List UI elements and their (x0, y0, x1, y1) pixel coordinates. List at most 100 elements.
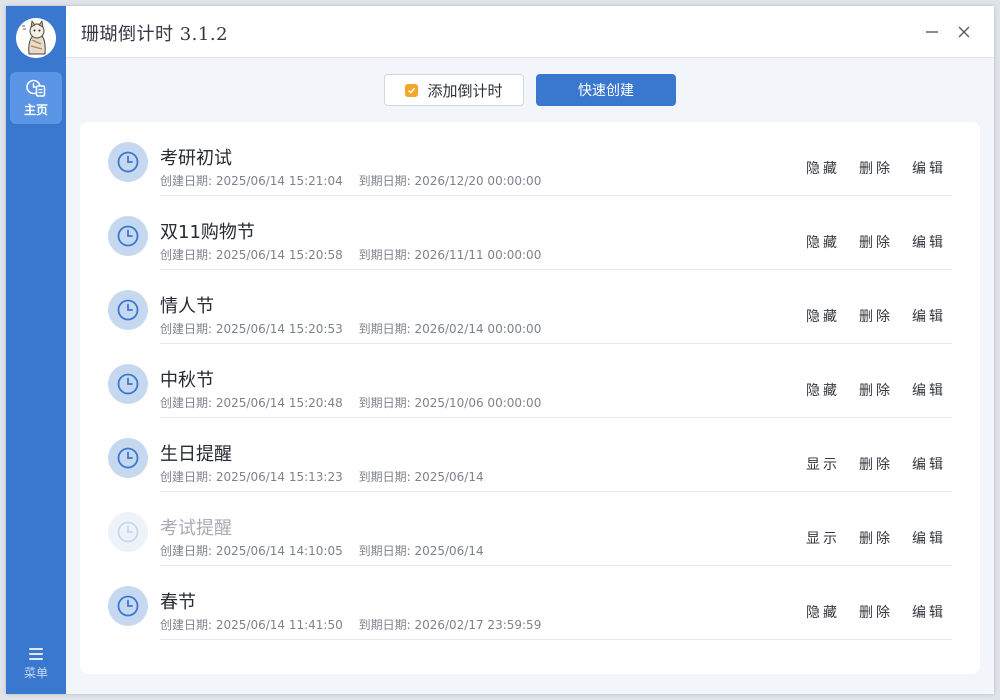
clock-icon (108, 290, 148, 330)
due-label: 到期日期: (358, 544, 411, 558)
add-countdown-button[interactable]: 添加倒计时 (384, 74, 524, 106)
delete-button[interactable]: 删除 (859, 232, 893, 252)
due-date: 2025/06/14 (414, 544, 484, 558)
created-date: 2025/06/14 15:21:04 (215, 174, 343, 188)
edit-button[interactable]: 编辑 (912, 306, 946, 326)
hamburger-icon (29, 647, 43, 660)
clock-icon (108, 142, 148, 182)
countdown-dates: 创建日期: 2025/06/14 15:20:53 到期日期: 2026/02/… (160, 320, 541, 337)
countdown-name: 生日提醒 (160, 444, 232, 465)
title-bar: 珊瑚倒计时 3.1.2 (66, 6, 994, 58)
toggle-visibility-button[interactable]: 显示 (806, 528, 840, 548)
created-label: 创建日期: (160, 248, 213, 262)
cat-avatar-icon (16, 18, 56, 58)
add-countdown-label: 添加倒计时 (427, 81, 503, 100)
edit-button[interactable]: 编辑 (912, 158, 946, 178)
created-date: 2025/06/14 15:20:53 (215, 322, 343, 336)
toggle-visibility-button[interactable]: 显示 (806, 454, 840, 474)
countdown-dates: 创建日期: 2025/06/14 14:10:05 到期日期: 2025/06/… (160, 542, 484, 559)
due-label: 到期日期: (358, 174, 411, 188)
created-label: 创建日期: (160, 544, 213, 558)
countdown-name: 双11购物节 (160, 222, 255, 243)
due-label: 到期日期: (358, 618, 411, 632)
edit-button[interactable]: 编辑 (912, 454, 946, 474)
due-label: 到期日期: (358, 322, 411, 336)
countdown-dates: 创建日期: 2025/06/14 11:41:50 到期日期: 2026/02/… (160, 616, 541, 633)
close-icon (958, 26, 970, 38)
clock-icon (108, 364, 148, 404)
edit-button[interactable]: 编辑 (912, 602, 946, 622)
created-label: 创建日期: (160, 396, 213, 410)
countdown-list: 考研初试 创建日期: 2025/06/14 15:21:04 到期日期: 202… (80, 122, 980, 674)
edit-button[interactable]: 编辑 (912, 528, 946, 548)
countdown-row: 春节 创建日期: 2025/06/14 11:41:50 到期日期: 2026/… (80, 566, 980, 640)
close-button[interactable] (952, 20, 976, 44)
edit-button[interactable]: 编辑 (912, 232, 946, 252)
nav-menu-label: 菜单 (23, 665, 48, 680)
action-bar: 添加倒计时 快速创建 (66, 74, 994, 106)
countdown-name: 考研初试 (160, 148, 232, 169)
due-date: 2026/02/14 00:00:00 (414, 322, 542, 336)
checkbox-icon (405, 83, 419, 97)
clock-icon (108, 512, 148, 552)
created-label: 创建日期: (160, 322, 213, 336)
delete-button[interactable]: 删除 (859, 380, 893, 400)
avatar[interactable] (16, 18, 56, 58)
clock-icon (108, 216, 148, 256)
toggle-visibility-button[interactable]: 隐藏 (806, 602, 840, 622)
due-date: 2025/10/06 00:00:00 (414, 396, 542, 410)
countdown-row: 考研初试 创建日期: 2025/06/14 15:21:04 到期日期: 202… (80, 122, 980, 196)
countdown-dates: 创建日期: 2025/06/14 15:21:04 到期日期: 2026/12/… (160, 172, 541, 189)
countdown-dates: 创建日期: 2025/06/14 15:13:23 到期日期: 2025/06/… (160, 468, 484, 485)
created-date: 2025/06/14 11:41:50 (215, 618, 343, 632)
delete-button[interactable]: 删除 (859, 306, 893, 326)
home-timer-icon (26, 79, 46, 97)
delete-button[interactable]: 删除 (859, 158, 893, 178)
countdown-name: 考试提醒 (160, 518, 232, 539)
created-date: 2025/06/14 15:13:23 (215, 470, 343, 484)
countdown-row: 双11购物节 创建日期: 2025/06/14 15:20:58 到期日期: 2… (80, 196, 980, 270)
created-date: 2025/06/14 15:20:48 (215, 396, 343, 410)
created-date: 2025/06/14 15:20:58 (215, 248, 343, 262)
due-date: 2026/12/20 00:00:00 (414, 174, 542, 188)
created-label: 创建日期: (160, 470, 213, 484)
countdown-name: 情人节 (160, 296, 214, 317)
created-date: 2025/06/14 14:10:05 (215, 544, 343, 558)
countdown-row: 考试提醒 创建日期: 2025/06/14 14:10:05 到期日期: 202… (80, 492, 980, 566)
countdown-name: 春节 (160, 592, 196, 613)
app-window: 主页 菜单 珊瑚倒计时 3.1.2 添加倒计时 快速创建 考研初试 创建日期: … (6, 6, 994, 694)
clock-icon (108, 438, 148, 478)
toggle-visibility-button[interactable]: 隐藏 (806, 380, 840, 400)
countdown-row: 生日提醒 创建日期: 2025/06/14 15:13:23 到期日期: 202… (80, 418, 980, 492)
delete-button[interactable]: 删除 (859, 454, 893, 474)
nav-home[interactable]: 主页 (10, 72, 62, 124)
countdown-row: 情人节 创建日期: 2025/06/14 15:20:53 到期日期: 2026… (80, 270, 980, 344)
quick-create-button[interactable]: 快速创建 (536, 74, 676, 106)
delete-button[interactable]: 删除 (859, 528, 893, 548)
due-date: 2026/11/11 00:00:00 (414, 248, 542, 262)
toggle-visibility-button[interactable]: 隐藏 (806, 232, 840, 252)
countdown-dates: 创建日期: 2025/06/14 15:20:48 到期日期: 2025/10/… (160, 394, 541, 411)
due-date: 2026/02/17 23:59:59 (414, 618, 542, 632)
created-label: 创建日期: (160, 618, 213, 632)
edit-button[interactable]: 编辑 (912, 380, 946, 400)
nav-home-label: 主页 (23, 103, 48, 117)
toggle-visibility-button[interactable]: 隐藏 (806, 306, 840, 326)
app-title: 珊瑚倒计时 3.1.2 (81, 24, 229, 45)
countdown-dates: 创建日期: 2025/06/14 15:20:58 到期日期: 2026/11/… (160, 246, 541, 263)
countdown-name: 中秋节 (160, 370, 214, 391)
minimize-button[interactable] (920, 20, 944, 44)
due-date: 2025/06/14 (414, 470, 484, 484)
countdown-row: 中秋节 创建日期: 2025/06/14 15:20:48 到期日期: 2025… (80, 344, 980, 418)
sidebar: 主页 菜单 (6, 6, 66, 694)
toggle-visibility-button[interactable]: 隐藏 (806, 158, 840, 178)
created-label: 创建日期: (160, 174, 213, 188)
due-label: 到期日期: (358, 248, 411, 262)
clock-icon (108, 586, 148, 626)
minimize-icon (926, 31, 938, 33)
delete-button[interactable]: 删除 (859, 602, 893, 622)
row-divider (160, 639, 952, 640)
due-label: 到期日期: (358, 396, 411, 410)
due-label: 到期日期: (358, 470, 411, 484)
nav-menu[interactable]: 菜单 (10, 640, 62, 688)
